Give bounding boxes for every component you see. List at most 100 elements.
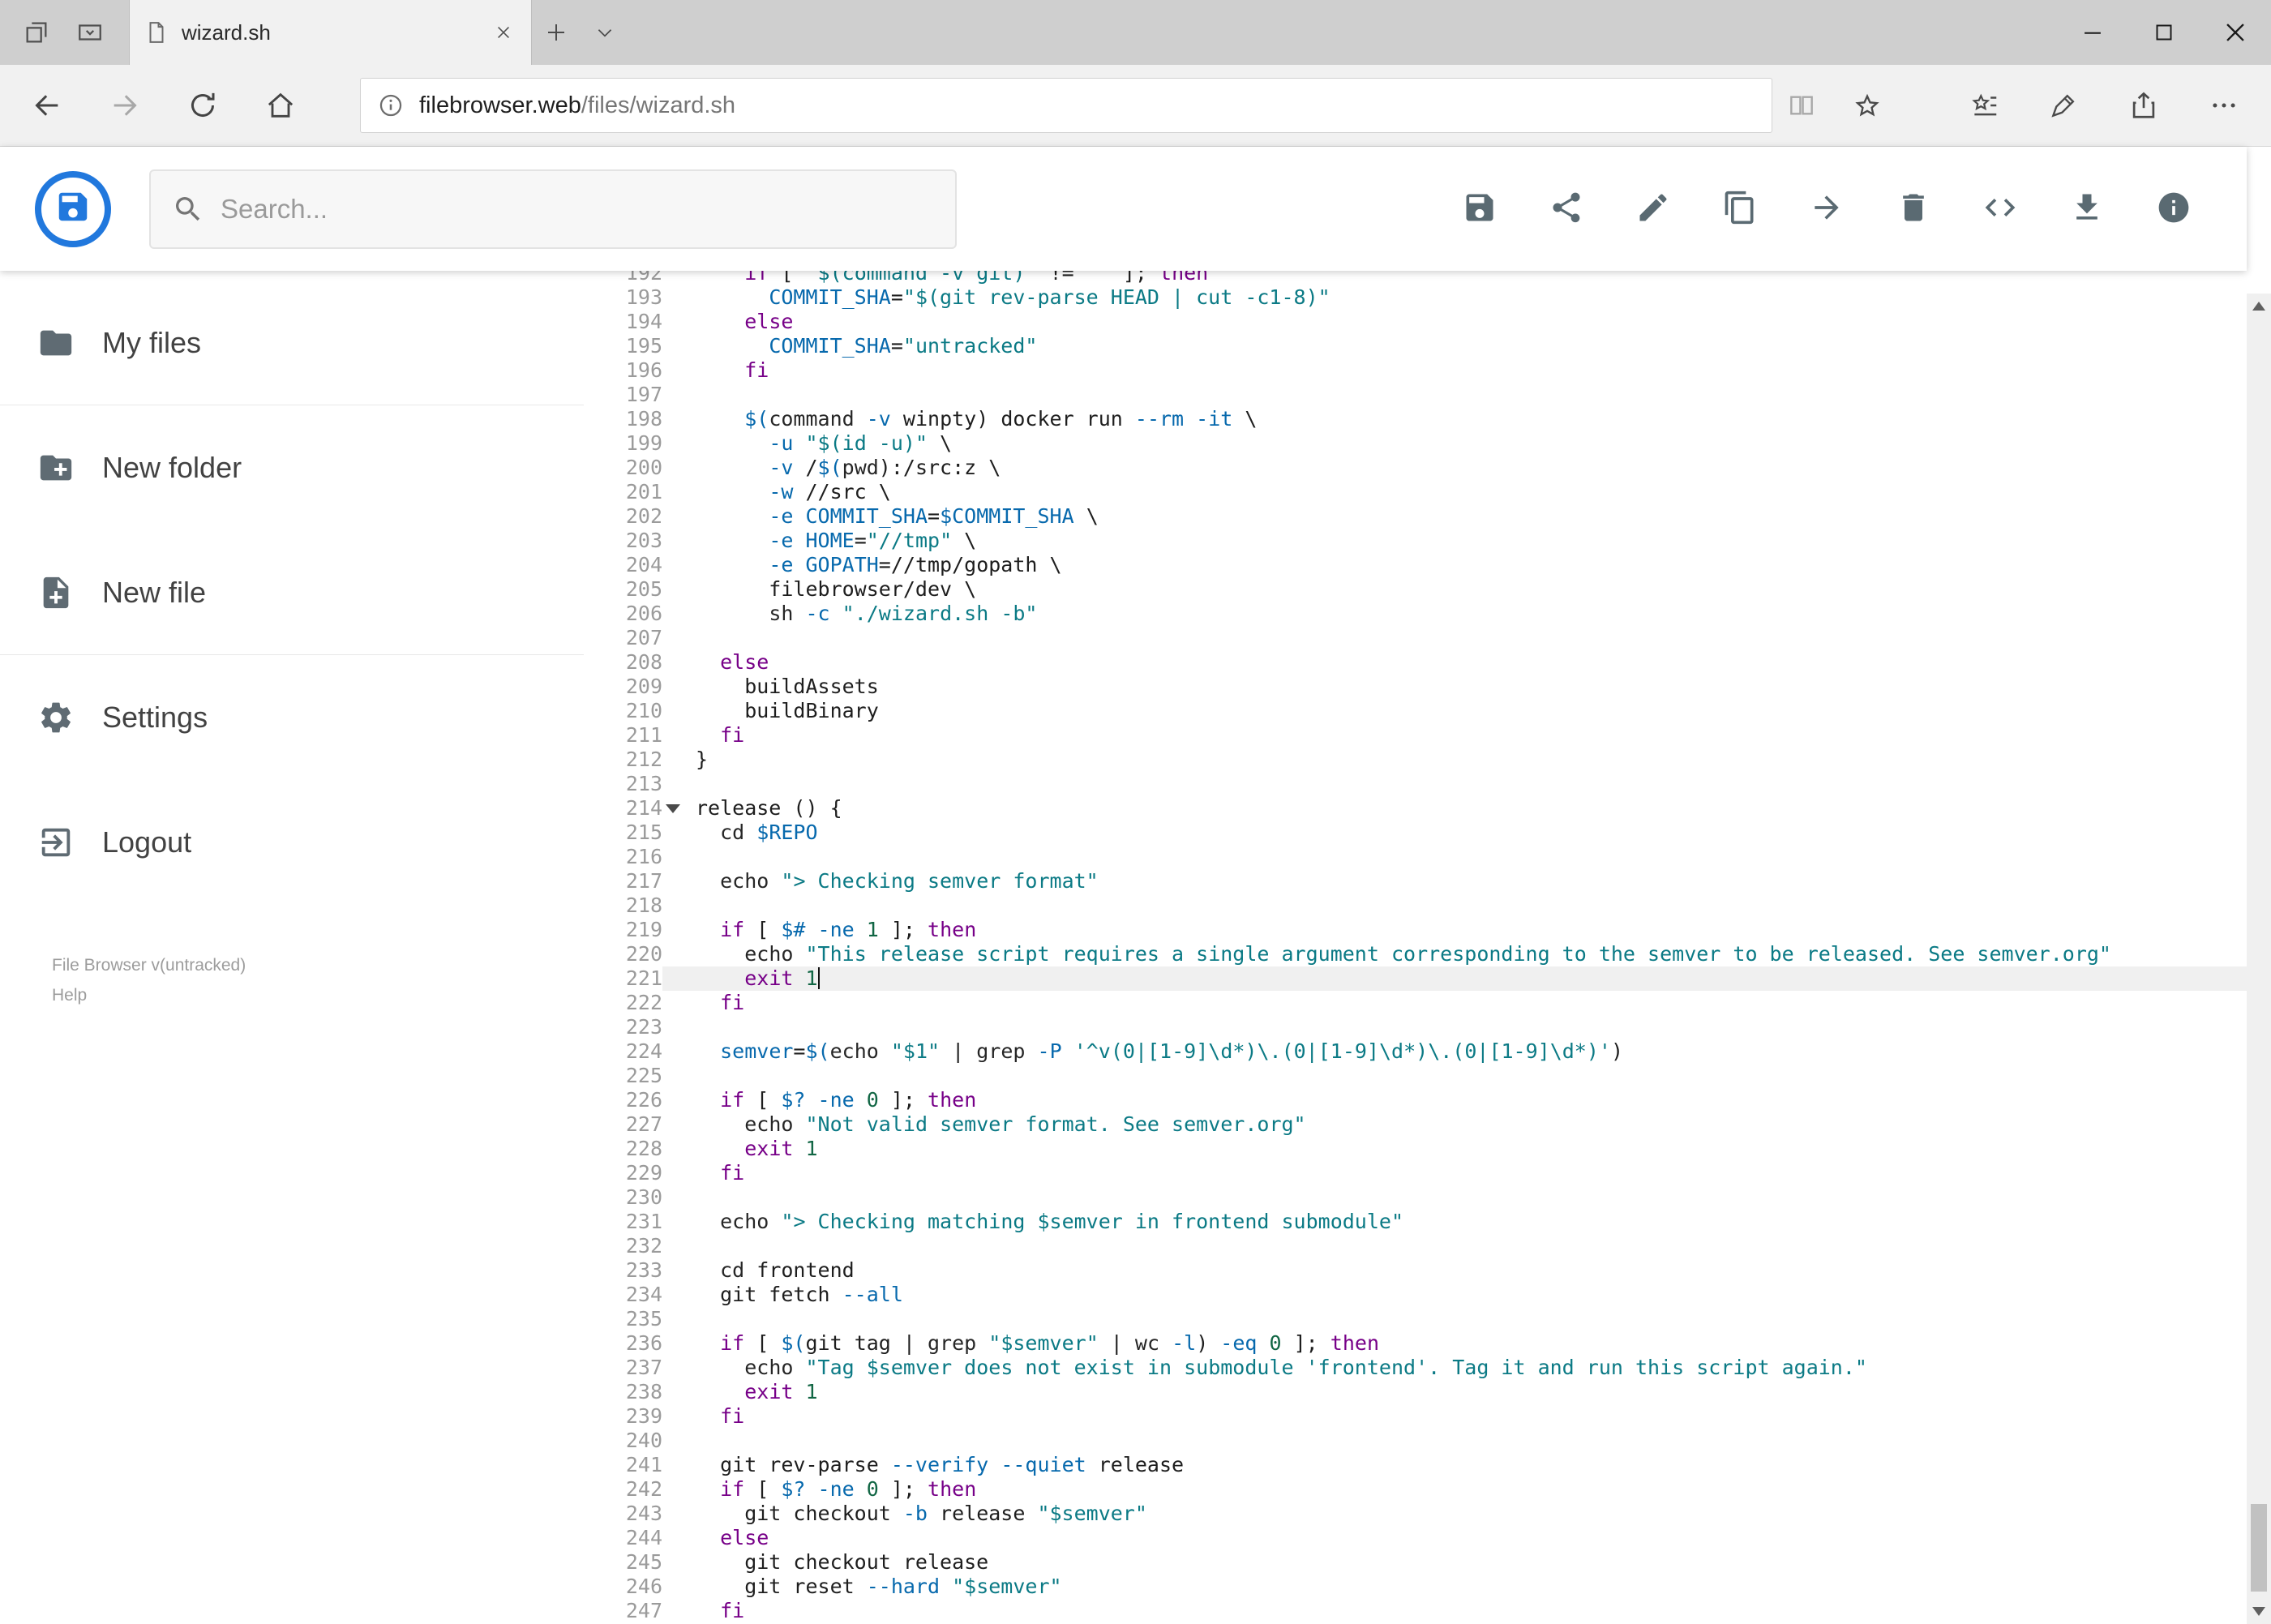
sidebar-item-logout[interactable]: Logout [0, 780, 584, 905]
code-line-232[interactable]: 232 [584, 1234, 2247, 1258]
code-line-203[interactable]: 203 -e HOME="//tmp" \ [584, 529, 2247, 553]
code-line-245[interactable]: 245 git checkout release [584, 1550, 2247, 1575]
sidebar-item-new-folder[interactable]: New folder [0, 405, 584, 530]
code-line-229[interactable]: 229 fi [584, 1161, 2247, 1185]
hub-icon[interactable] [1946, 65, 2024, 146]
code-editor[interactable]: 192 if [ "$(command -v git)" != "" ]; th… [584, 147, 2247, 1624]
scroll-up-icon[interactable] [2252, 302, 2265, 311]
code-line-242[interactable]: 242 if [ $? -ne 0 ]; then [584, 1477, 2247, 1502]
code-line-237[interactable]: 237 echo "Tag $semver does not exist in … [584, 1356, 2247, 1380]
code-line-193[interactable]: 193 COMMIT_SHA="$(git rev-parse HEAD | c… [584, 285, 2247, 310]
code-line-208[interactable]: 208 else [584, 650, 2247, 675]
code-line-243[interactable]: 243 git checkout -b release "$semver" [584, 1502, 2247, 1526]
filebrowser-logo[interactable] [35, 170, 111, 247]
code-line-221[interactable]: 221 exit 1 [584, 966, 2247, 991]
code-line-218[interactable]: 218 [584, 893, 2247, 918]
help-link[interactable]: Help [52, 980, 246, 1010]
code-line-210[interactable]: 210 buildBinary [584, 699, 2247, 723]
code-line-241[interactable]: 241 git rev-parse --verify --quiet relea… [584, 1453, 2247, 1477]
code-line-194[interactable]: 194 else [584, 310, 2247, 334]
forward-button[interactable] [86, 65, 164, 146]
code-line-236[interactable]: 236 if [ $(git tag | grep "$semver" | wc… [584, 1331, 2247, 1356]
code-line-230[interactable]: 230 [584, 1185, 2247, 1210]
search-input[interactable] [221, 193, 934, 225]
code-line-244[interactable]: 244 else [584, 1526, 2247, 1550]
favorite-star-icon[interactable] [1831, 65, 1904, 146]
tab-dropdown-icon[interactable] [581, 0, 629, 65]
back-button[interactable] [8, 65, 86, 146]
reading-view-icon[interactable] [1772, 65, 1831, 146]
code-line-195[interactable]: 195 COMMIT_SHA="untracked" [584, 334, 2247, 358]
code-line-198[interactable]: 198 $(command -v winpty) docker run --rm… [584, 407, 2247, 431]
browser-share-icon[interactable] [2103, 65, 2184, 146]
code-line-240[interactable]: 240 [584, 1429, 2247, 1453]
code-line-235[interactable]: 235 [584, 1307, 2247, 1331]
code-line-217[interactable]: 217 echo "> Checking semver format" [584, 869, 2247, 893]
search-box[interactable] [149, 169, 957, 249]
code-line-231[interactable]: 231 echo "> Checking matching $semver in… [584, 1210, 2247, 1234]
code-line-219[interactable]: 219 if [ $# -ne 1 ]; then [584, 918, 2247, 942]
more-menu-icon[interactable] [2184, 65, 2264, 146]
browser-tab[interactable]: wizard.sh [129, 0, 532, 65]
window-maximize-button[interactable] [2128, 0, 2200, 65]
move-button[interactable] [1798, 180, 1856, 238]
sidebar-item-my-files[interactable]: My files [0, 281, 584, 405]
scrollbar-thumb[interactable] [2251, 1504, 2267, 1592]
code-line-239[interactable]: 239 fi [584, 1404, 2247, 1429]
code-line-238[interactable]: 238 exit 1 [584, 1380, 2247, 1404]
code-line-199[interactable]: 199 -u "$(id -u)" \ [584, 431, 2247, 456]
editor-view-button[interactable] [1971, 180, 2029, 238]
code-line-214[interactable]: 214 release () { [584, 796, 2247, 821]
code-line-197[interactable]: 197 [584, 383, 2247, 407]
tab-close-icon[interactable] [486, 15, 521, 50]
code-line-196[interactable]: 196 fi [584, 358, 2247, 383]
code-line-225[interactable]: 225 [584, 1064, 2247, 1088]
sidebar-item-new-file[interactable]: New file [0, 530, 584, 655]
code-line-204[interactable]: 204 -e GOPATH=//tmp/gopath \ [584, 553, 2247, 577]
copy-button[interactable] [1711, 180, 1769, 238]
delete-button[interactable] [1884, 180, 1943, 238]
code-line-220[interactable]: 220 echo "This release script requires a… [584, 942, 2247, 966]
share-button[interactable] [1537, 180, 1596, 238]
code-line-205[interactable]: 205 filebrowser/dev \ [584, 577, 2247, 602]
refresh-button[interactable] [164, 65, 242, 146]
code-line-207[interactable]: 207 [584, 626, 2247, 650]
code-line-222[interactable]: 222 fi [584, 991, 2247, 1015]
code-line-202[interactable]: 202 -e COMMIT_SHA=$COMMIT_SHA \ [584, 504, 2247, 529]
code-line-226[interactable]: 226 if [ $? -ne 0 ]; then [584, 1088, 2247, 1112]
tab-preview-icon[interactable] [63, 0, 117, 65]
site-info-icon[interactable] [377, 92, 405, 119]
scroll-down-icon[interactable] [2252, 1607, 2265, 1616]
code-line-212[interactable]: 212} [584, 748, 2247, 772]
download-button[interactable] [2058, 180, 2116, 238]
code-line-223[interactable]: 223 [584, 1015, 2247, 1039]
window-close-button[interactable] [2200, 0, 2271, 65]
code-line-213[interactable]: 213 [584, 772, 2247, 796]
save-button[interactable] [1450, 180, 1509, 238]
code-line-234[interactable]: 234 git fetch --all [584, 1283, 2247, 1307]
code-line-200[interactable]: 200 -v /$(pwd):/src:z \ [584, 456, 2247, 480]
window-minimize-button[interactable] [2057, 0, 2128, 65]
code-line-215[interactable]: 215 cd $REPO [584, 821, 2247, 845]
set-tabs-aside-icon[interactable] [10, 0, 63, 65]
code-line-246[interactable]: 246 git reset --hard "$semver" [584, 1575, 2247, 1599]
code-line-224[interactable]: 224 semver=$(echo "$1" | grep -P '^v(0|[… [584, 1039, 2247, 1064]
code-line-209[interactable]: 209 buildAssets [584, 675, 2247, 699]
home-button[interactable] [242, 65, 319, 146]
info-button[interactable] [2145, 180, 2203, 238]
fold-arrow-icon[interactable] [666, 804, 680, 813]
new-tab-button[interactable] [532, 0, 581, 65]
code-line-206[interactable]: 206 sh -c "./wizard.sh -b" [584, 602, 2247, 626]
web-note-pen-icon[interactable] [2024, 65, 2103, 146]
sidebar-item-settings[interactable]: Settings [0, 655, 584, 780]
code-line-201[interactable]: 201 -w //src \ [584, 480, 2247, 504]
code-line-216[interactable]: 216 [584, 845, 2247, 869]
code-line-211[interactable]: 211 fi [584, 723, 2247, 748]
page-scrollbar[interactable] [2247, 294, 2271, 1624]
code-line-228[interactable]: 228 exit 1 [584, 1137, 2247, 1161]
address-bar[interactable]: filebrowser.web/files/wizard.sh [360, 78, 1772, 133]
code-line-233[interactable]: 233 cd frontend [584, 1258, 2247, 1283]
code-line-227[interactable]: 227 echo "Not valid semver format. See s… [584, 1112, 2247, 1137]
rename-button[interactable] [1624, 180, 1682, 238]
code-line-247[interactable]: 247 fi [584, 1599, 2247, 1623]
